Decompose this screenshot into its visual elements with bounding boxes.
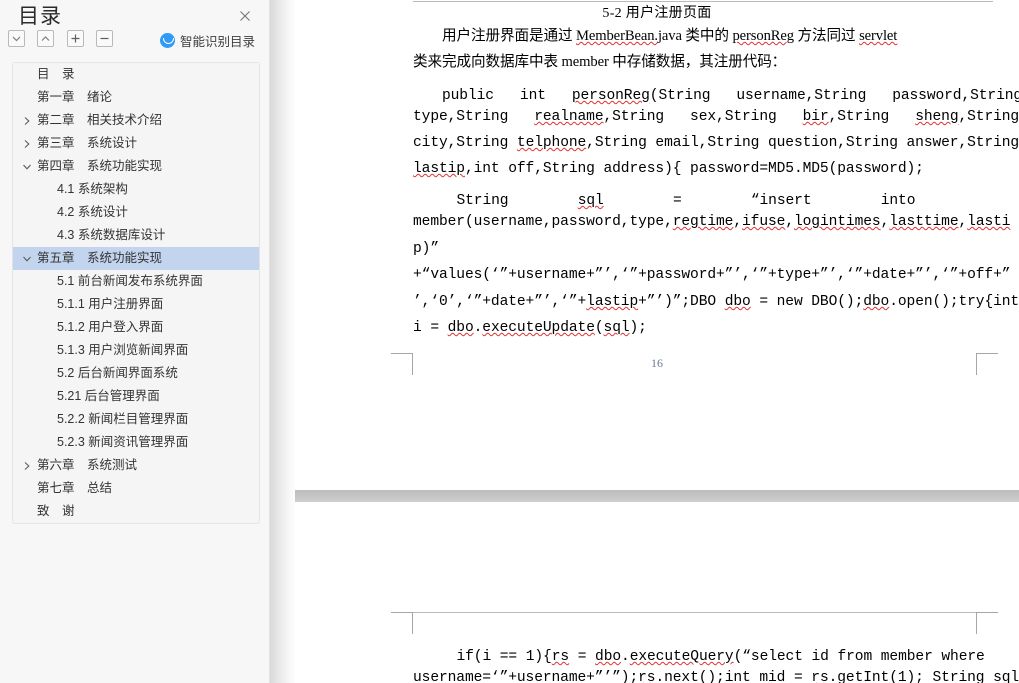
toc-item[interactable]: 5.1 前台新闻发布系统界面	[13, 270, 259, 293]
chevron-down-icon[interactable]	[8, 30, 25, 48]
toc-item[interactable]: 第五章 系统功能实现	[13, 247, 259, 270]
document-text-line: member(username,password,type,regtime,if…	[413, 214, 1011, 230]
toc-item-label: 4.3 系统数据库设计	[57, 228, 166, 242]
margin-mark-top-right	[976, 612, 998, 634]
toc-item[interactable]: 第二章 相关技术介绍	[13, 109, 259, 132]
minus-icon[interactable]	[96, 30, 114, 48]
toc-sidebar: 目录 智能识别目录 目 录 第一章 绪论 第二章 相关技术介绍 第三章 系统设计…	[0, 0, 270, 683]
document-text-line: public int personReg(String username,Str…	[413, 88, 1019, 104]
document-text-line: lastip,int off,String address){ password…	[413, 161, 924, 177]
toc-item-label: 5.21 后台管理界面	[57, 389, 160, 403]
toc-item[interactable]: 5.1.1 用户注册界面	[13, 293, 259, 316]
page-number: 16	[651, 356, 663, 370]
toc-header: 目录	[0, 0, 269, 30]
toc-item-label: 目 录	[37, 67, 75, 81]
chevron-right-icon[interactable]	[21, 454, 33, 477]
document-text-line: 用户注册界面是通过 MemberBean.java 类中的 personReg …	[413, 28, 898, 44]
toc-item[interactable]: 4.3 系统数据库设计	[13, 224, 259, 247]
toc-item-label: 第五章 系统功能实现	[37, 251, 163, 265]
toc-item-label: 5.1.3 用户浏览新闻界面	[57, 343, 189, 357]
document-text-line: String sql = “insert into	[413, 193, 916, 209]
toc-item-label: 第四章 系统功能实现	[37, 159, 163, 173]
document-page-16: 5-2 用户注册页面 用户注册界面是通过 MemberBean.java 类中的…	[295, 0, 1019, 490]
toc-item[interactable]: 5.1.2 用户登入界面	[13, 316, 259, 339]
chevron-right-icon[interactable]	[21, 132, 33, 155]
document-text-line: 类来完成向数据库中表 member 中存储数据，其注册代码：	[413, 54, 787, 70]
toc-item-label: 4.2 系统设计	[57, 205, 128, 219]
chevron-right-icon[interactable]	[21, 109, 33, 132]
toc-item[interactable]: 5.2.2 新闻栏目管理界面	[13, 408, 259, 431]
figure-caption: 5-2 用户注册页面	[602, 6, 712, 21]
toc-item-label: 第一章 绪论	[37, 90, 113, 104]
wps-document-viewer: 目录 智能识别目录 目 录 第一章 绪论 第二章 相关技术介绍 第三章 系统设计…	[0, 0, 1019, 683]
toc-item[interactable]: 目 录	[13, 63, 259, 86]
toc-item[interactable]: 5.1.3 用户浏览新闻界面	[13, 339, 259, 362]
toc-list[interactable]: 目 录第一章 绪论第二章 相关技术介绍第三章 系统设计第四章 系统功能实现 4.1…	[12, 62, 260, 524]
toc-item-label: 4.1 系统架构	[57, 182, 128, 196]
document-page-17: if(i == 1){rs = dbo.executeQuery(“select…	[295, 502, 1019, 683]
toc-item[interactable]: 第六章 系统测试	[13, 454, 259, 477]
toc-item-label: 第二章 相关技术介绍	[37, 113, 163, 127]
toc-item-label: 5.2.3 新闻资讯管理界面	[57, 435, 189, 449]
toc-item[interactable]: 第三章 系统设计	[13, 132, 259, 155]
chevron-down-icon[interactable]	[21, 155, 33, 178]
toc-item[interactable]: 第一章 绪论	[13, 86, 259, 109]
smart-recognize-icon	[159, 33, 175, 48]
toc-item[interactable]: 5.2 后台新闻界面系统	[13, 362, 259, 385]
document-text-line: username=‘”+username+”’”);rs.next();int …	[413, 670, 1019, 683]
document-text-line: type,String realname,String sex,String b…	[413, 109, 1019, 125]
document-text-line: +“values(‘”+username+”’,‘”+password+”’,‘…	[413, 267, 1011, 283]
toc-item[interactable]: 第七章 总结	[13, 477, 259, 500]
close-icon[interactable]	[235, 6, 255, 26]
toc-item-label: 5.1 前台新闻发布系统界面	[57, 274, 203, 288]
toc-item[interactable]: 4.2 系统设计	[13, 201, 259, 224]
document-text-line: if(i == 1){rs = dbo.executeQuery(“select…	[413, 649, 985, 665]
toc-item-label: 致 谢	[37, 504, 75, 518]
toc-item-label: 5.2 后台新闻界面系统	[57, 366, 178, 380]
document-text-line: ’,‘0’,‘”+date+”’,‘”+lastip+”’)”;DBO dbo …	[413, 294, 1019, 310]
margin-mark-top-left	[391, 612, 413, 634]
toc-item[interactable]: 5.21 后台管理界面	[13, 385, 259, 408]
header-rule-page-17	[413, 612, 976, 613]
toc-item-label: 第七章 总结	[37, 481, 113, 495]
document-canvas[interactable]: 5-2 用户注册页面 用户注册界面是通过 MemberBean.java 类中的…	[295, 0, 1019, 683]
page-separator	[295, 490, 1019, 502]
toc-panel-title: 目录	[18, 5, 62, 28]
smart-recognize-toc-button[interactable]: 智能识别目录	[159, 31, 255, 50]
toc-item[interactable]: 致 谢	[13, 500, 259, 523]
toc-item[interactable]: 4.1 系统架构	[13, 178, 259, 201]
toc-item-label: 5.1.2 用户登入界面	[57, 320, 164, 334]
chevron-up-icon[interactable]	[37, 30, 55, 48]
toc-toolbar: 智能识别目录	[0, 30, 269, 56]
smart-recognize-toc-label: 智能识别目录	[179, 35, 255, 49]
sidebar-shadow-gutter	[270, 0, 295, 683]
chevron-down-icon[interactable]	[21, 247, 33, 270]
toc-item[interactable]: 第四章 系统功能实现	[13, 155, 259, 178]
plus-icon[interactable]	[66, 30, 84, 48]
document-text-line: p)”	[413, 241, 439, 257]
document-text-line: i = dbo.executeUpdate(sql);	[413, 320, 647, 336]
document-text-line: city,String telphone,String email,String…	[413, 135, 1019, 151]
toc-item[interactable]: 5.2.3 新闻资讯管理界面	[13, 431, 259, 454]
toc-item-label: 5.2.2 新闻栏目管理界面	[57, 412, 189, 426]
toc-item-label: 5.1.1 用户注册界面	[57, 297, 164, 311]
